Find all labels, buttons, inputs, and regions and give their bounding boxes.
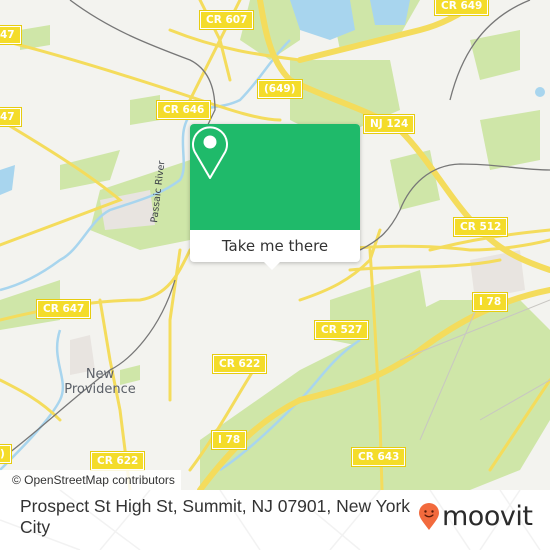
road-shield-partial: )	[0, 444, 12, 464]
road-shield-cr622-bottom: CR 622	[89, 451, 146, 471]
moovit-pin-icon	[419, 503, 439, 530]
road-shield-i78-right: I 78	[471, 292, 509, 312]
address-text: Prospect St High St, Summit, NJ 07901, N…	[20, 496, 411, 537]
road-shield-cr643: CR 643	[350, 447, 407, 467]
footer: Prospect St High St, Summit, NJ 07901, N…	[0, 490, 550, 550]
road-shield-cr527: CR 527	[313, 320, 370, 340]
moovit-logo[interactable]: moovit	[418, 501, 533, 532]
popup-pointer	[264, 262, 280, 270]
map-canvas[interactable]: CR 607 CR 649 (649) CR 646 NJ 124 CR 512…	[0, 0, 550, 490]
map-attribution[interactable]: © OpenStreetMap contributors	[0, 470, 181, 490]
road-shield-cr647-left: 47	[0, 107, 22, 127]
road-shield-cr647-topleft: 47	[0, 25, 22, 45]
popup-header	[190, 124, 360, 230]
road-shield-cr607: CR 607	[198, 10, 255, 30]
moovit-wordmark: moovit	[442, 501, 533, 532]
road-shield-i78-mid: I 78	[210, 430, 248, 450]
take-me-there-button[interactable]: Take me there	[190, 230, 360, 262]
road-shield-cr512: CR 512	[452, 217, 509, 237]
road-shield-cr647: CR 647	[35, 299, 92, 319]
place-label-new-providence: New Providence	[64, 367, 136, 397]
road-shield-cr646: CR 646	[155, 100, 212, 120]
location-popup: Take me there	[190, 124, 360, 270]
road-shield-cr649: CR 649	[433, 0, 490, 16]
map-pin-icon	[192, 126, 228, 179]
road-shield-cr622: CR 622	[211, 354, 268, 374]
road-shield-649: (649)	[257, 79, 303, 99]
road-shield-nj124: NJ 124	[362, 114, 416, 134]
